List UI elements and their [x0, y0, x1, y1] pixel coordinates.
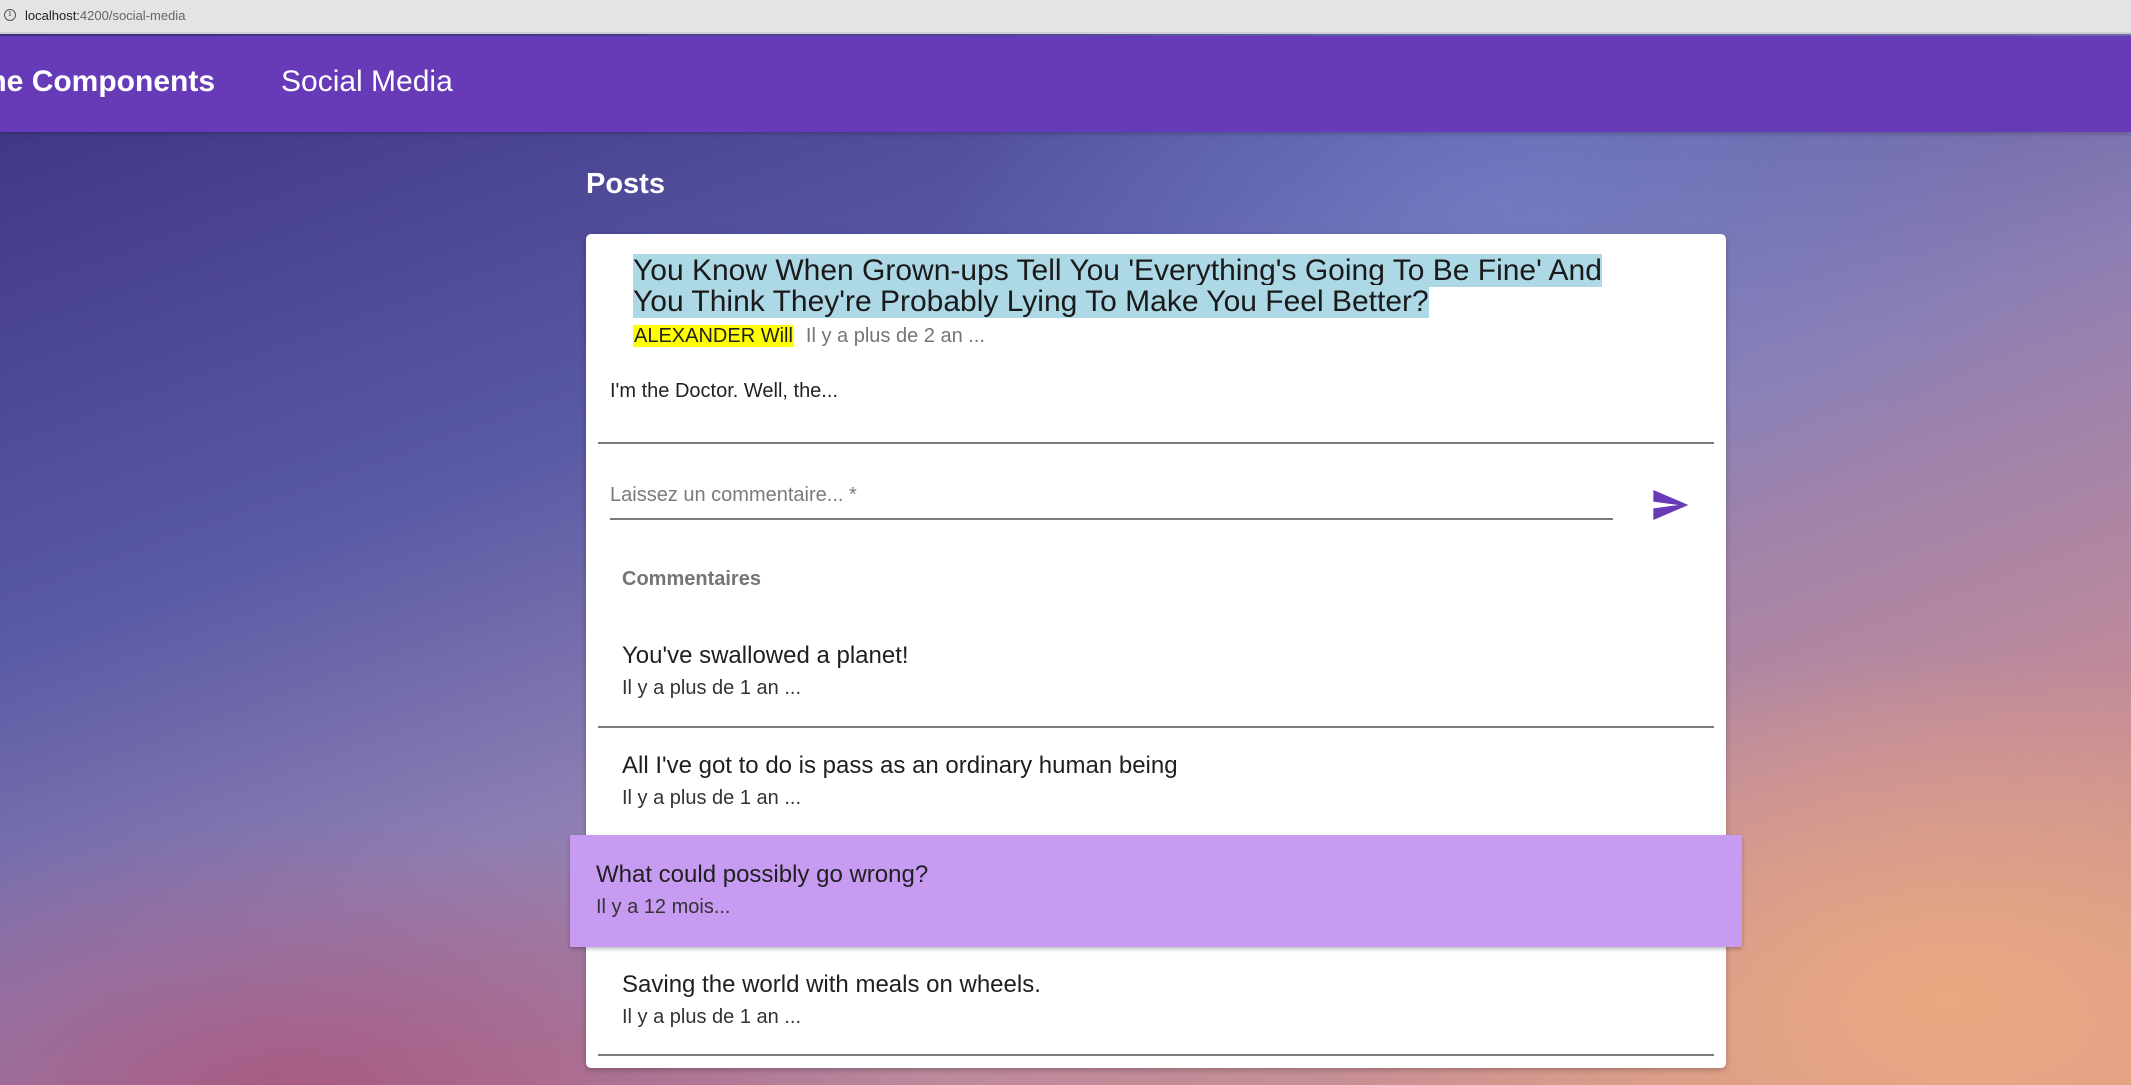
divider: [598, 726, 1714, 728]
page-title: Posts: [586, 168, 665, 200]
nav-link-social-media[interactable]: Social Media: [281, 65, 453, 99]
comment-date: Il y a plus de 1 an ...: [622, 677, 801, 699]
divider: [598, 1054, 1714, 1056]
comment-input[interactable]: [610, 472, 1613, 520]
info-icon[interactable]: i: [4, 9, 16, 21]
send-button[interactable]: [1646, 482, 1694, 530]
divider: [598, 442, 1714, 444]
comment-date: Il y a plus de 1 an ...: [622, 1006, 801, 1028]
post-title: You Know When Grown-ups Tell You 'Everyt…: [633, 254, 1653, 318]
post-meta: ALEXANDER Will Il y a plus de 2 an ...: [633, 325, 985, 348]
comment-date: Il y a 12 mois...: [596, 896, 731, 918]
comment-text: All I've got to do is pass as an ordinar…: [622, 752, 1178, 779]
comment-item-highlighted[interactable]: What could possibly go wrong? Il y a 12 …: [570, 835, 1742, 947]
comment-item: You've swallowed a planet! Il y a plus d…: [622, 642, 909, 700]
address-url[interactable]: localhost:4200/social-media: [25, 8, 185, 23]
url-path: 4200/social-media: [79, 8, 186, 23]
nav-link-components[interactable]: me Components: [0, 65, 215, 99]
post-body: I'm the Doctor. Well, the...: [610, 380, 838, 402]
comment-text: What could possibly go wrong?: [596, 861, 929, 888]
post-title-text: You Know When Grown-ups Tell You 'Everyt…: [633, 254, 1602, 318]
comment-text: Saving the world with meals on wheels.: [622, 971, 1041, 998]
comment-item: All I've got to do is pass as an ordinar…: [622, 752, 1178, 810]
comments-header: Commentaires: [622, 568, 761, 590]
post-author: ALEXANDER Will: [633, 325, 794, 347]
comment-text: You've swallowed a planet!: [622, 642, 909, 669]
send-icon: [1653, 489, 1689, 520]
post-date: Il y a plus de 2 an ...: [805, 325, 985, 347]
app-toolbar: me Components Social Media: [0, 36, 2131, 132]
url-host: localhost:: [25, 8, 80, 23]
address-bar[interactable]: i localhost:4200/social-media: [0, 0, 2131, 34]
comment-date: Il y a plus de 1 an ...: [622, 787, 801, 809]
comment-item: Saving the world with meals on wheels. I…: [622, 971, 1041, 1029]
